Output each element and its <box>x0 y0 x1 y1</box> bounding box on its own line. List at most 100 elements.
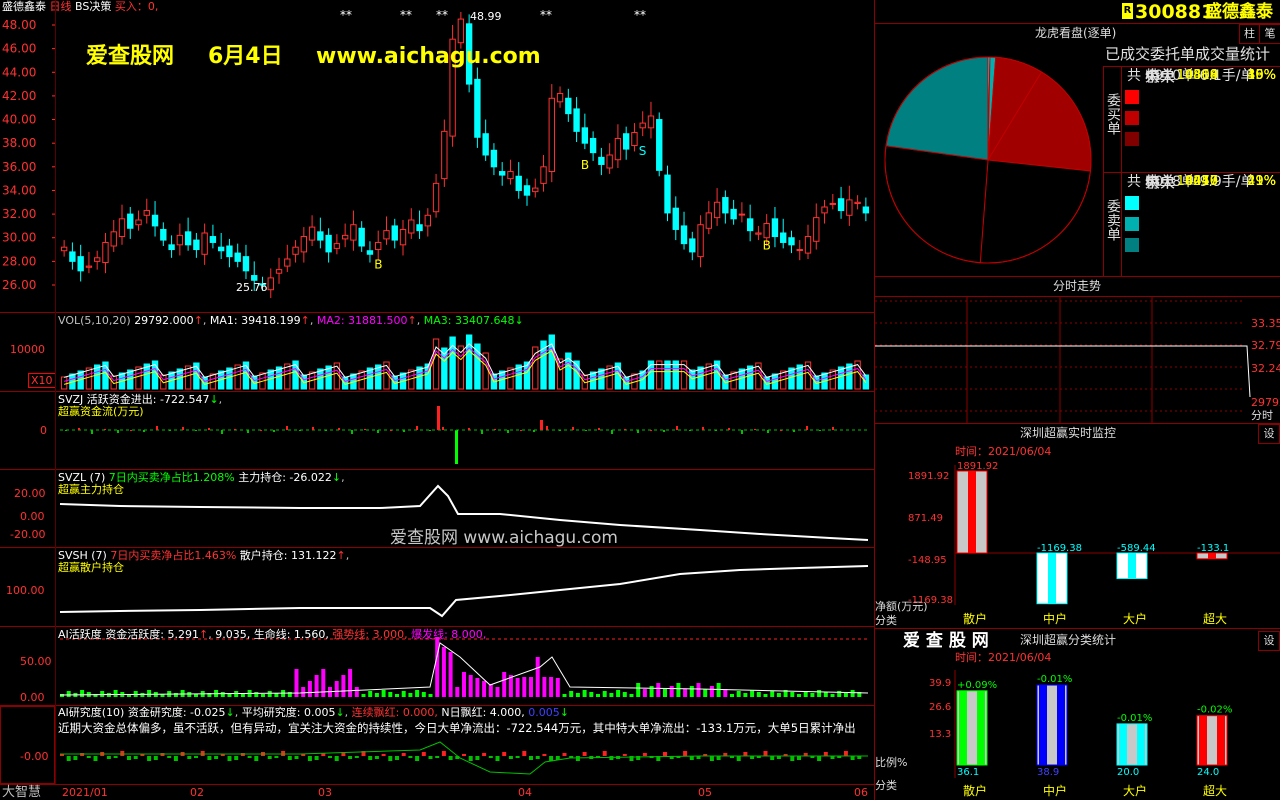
sell-signal-marker: S <box>639 144 647 158</box>
activity-bar <box>622 692 627 697</box>
candle-body <box>804 236 812 254</box>
period-label[interactable]: 日线 <box>50 0 72 13</box>
svzj-panel[interactable]: SVZJ 活跃资金进出: -722.547↓, 超赢资金流(万元) 0 <box>0 392 874 469</box>
cs-settings-button[interactable]: 设 <box>1258 631 1280 651</box>
activity-bar <box>194 694 198 697</box>
activity-bar <box>261 694 265 697</box>
activity-bar <box>254 692 259 697</box>
research-bar <box>502 752 507 756</box>
indicator-label[interactable]: BS决策 <box>75 0 111 13</box>
activity-bar <box>642 689 647 697</box>
activity-bar <box>542 677 547 697</box>
svsh-sub: 超赢散户持仓 <box>58 561 124 574</box>
vol-name: VOL(5,10,20) <box>58 314 131 327</box>
candle-body <box>457 18 465 44</box>
volume-bar <box>548 334 555 390</box>
ar-description: 近期大资金总体偏多，虽不活跃，但有异动，宜关注大资金的持续性，今日大单净流出：-… <box>58 721 856 735</box>
flow-bar <box>663 430 665 432</box>
flow-bar <box>494 429 496 430</box>
flow-bar <box>741 430 743 434</box>
flow-bar <box>312 427 314 430</box>
main-chart-area[interactable]: 48.00 46.00 44.00 42.00 40.00 38.00 36.00 34.00… <box>0 0 874 312</box>
research-bar <box>743 752 748 756</box>
fs-tick-4: 分时 <box>1251 409 1273 422</box>
candle-body <box>722 197 729 214</box>
activity-bar <box>395 694 399 697</box>
activity-bar <box>66 691 71 697</box>
rt-bar-label: 1891.92 <box>957 461 998 472</box>
rt-category: 超大 <box>1203 611 1227 625</box>
research-bar <box>529 756 533 760</box>
candle-body <box>540 166 547 184</box>
tab-note-button[interactable]: 笔 <box>1259 24 1280 44</box>
tab-bar-button[interactable]: 柱 <box>1239 24 1260 44</box>
activity-bar <box>817 690 822 697</box>
flow-bar <box>247 430 249 433</box>
flow-bar <box>767 430 769 433</box>
candle-body <box>308 226 316 241</box>
svzl-hold: 主力持仓: -26.022 <box>238 471 332 484</box>
research-bar <box>368 756 373 760</box>
activity-bar <box>475 678 480 697</box>
activity-bar <box>462 672 466 697</box>
realtime-bar-chart[interactable]: 1891.92871.49-148.95-1169.381891.92散户-11… <box>875 455 1280 625</box>
activity-bar <box>763 694 768 697</box>
candle-body <box>375 241 382 251</box>
candle-body <box>862 206 870 214</box>
candle-body <box>275 269 283 274</box>
research-bar <box>274 756 279 758</box>
research-bar <box>388 756 393 761</box>
price-tick: 46.00 <box>2 42 36 56</box>
activity-bar <box>810 693 815 697</box>
ai-active-panel[interactable]: AI活跃度 资金活跃度: 5.291↑, 9.035, 生命线: 1.560, … <box>0 627 874 705</box>
volume-panel[interactable]: VOL(5,10,20) 29792.000↑, MA1: 39418.199↑… <box>0 313 874 391</box>
price-tick: 38.00 <box>2 136 36 150</box>
star-marker: ** <box>540 8 552 22</box>
rt-settings-button[interactable]: 设 <box>1258 424 1280 444</box>
svsh-panel[interactable]: SVSH (7) 7日内买卖净占比1.463% 散户持仓: 131.122↑, … <box>0 548 874 626</box>
flow-bar <box>403 430 405 432</box>
research-bar <box>763 751 768 756</box>
activity-bar <box>656 683 661 697</box>
candle-body <box>656 119 663 171</box>
activity-bar <box>649 686 654 697</box>
candle-body <box>325 234 332 253</box>
research-bar <box>254 756 259 761</box>
candle-body <box>160 228 167 241</box>
vol-ma2: MA2: 31881.500 <box>316 314 408 327</box>
research-bar <box>736 756 741 761</box>
activity-bar <box>770 691 775 697</box>
candle-body <box>598 156 605 165</box>
activity-bar <box>80 690 85 697</box>
date-tick-1: 02 <box>190 786 204 799</box>
research-bar <box>287 756 292 760</box>
buy-row-count: 14568 <box>1176 68 1218 83</box>
svzl-panel[interactable]: SVZL (7) 7日内买卖净占比1.208% 主力持仓: -26.022↓, … <box>0 470 874 548</box>
flow-bar <box>130 430 132 431</box>
class-bar-chart[interactable]: 39.9 26.6 13.3 +0.09% 36.1 散户 -0.01% 38.9 中户 -0.0… <box>875 660 1280 800</box>
intraday-chart[interactable] <box>875 297 1280 423</box>
ai-tick-1: 0.00 <box>20 691 45 704</box>
order-pie-chart[interactable] <box>877 46 1105 276</box>
price-tick: 26.00 <box>2 278 36 292</box>
candle-body <box>217 246 225 252</box>
research-bar <box>307 756 312 761</box>
svzl-watermark: 爱查股网 www.aichagu.com <box>390 528 618 548</box>
candle-body <box>680 225 688 245</box>
ai-research-panel[interactable]: AI研究度(10) 资金研究度: -0.025↓, 平均研究度: 0.005↓,… <box>0 706 874 784</box>
activity-bar <box>676 683 681 697</box>
fs-tick-1: 32.79 <box>1251 339 1280 352</box>
research-bar <box>207 756 212 760</box>
cs-bar-core <box>1057 685 1065 765</box>
activity-bar <box>569 691 574 697</box>
research-bar <box>381 754 386 756</box>
candle-body <box>267 277 274 291</box>
research-bar <box>147 756 152 761</box>
flow-bar <box>91 430 93 434</box>
price-tick: 40.00 <box>2 113 36 127</box>
ai-b: 9.035, <box>215 628 251 641</box>
flow-bar <box>104 429 106 430</box>
candle-body <box>127 213 134 229</box>
activity-bar <box>843 693 848 697</box>
rt-title: 深圳超赢实时监控 <box>1020 426 1117 440</box>
